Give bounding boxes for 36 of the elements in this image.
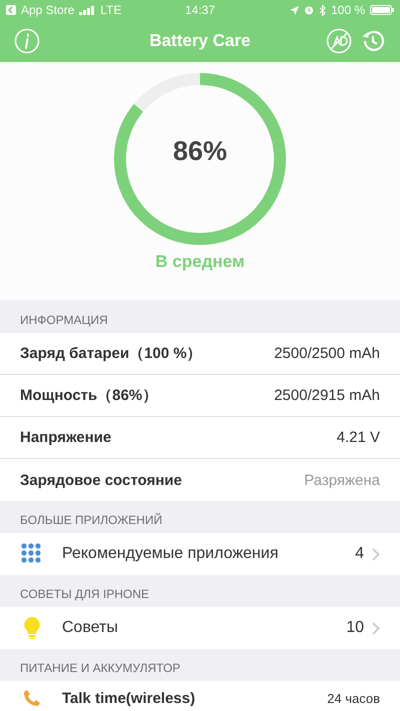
bluetooth-icon bbox=[318, 4, 326, 16]
info-label: Зарядовое состояние bbox=[20, 472, 183, 488]
status-label: В среднем bbox=[154, 252, 246, 272]
stat-value: 24 часов bbox=[327, 690, 380, 706]
info-label: Напряжение bbox=[20, 429, 112, 446]
location-icon bbox=[290, 6, 299, 14]
grid-icon bbox=[21, 543, 43, 565]
section-header: СОВЕТЫ ДЛЯ IPHONE bbox=[19, 586, 150, 603]
section-header: ПИТАНИЕ И АККУМУЛЯТОР bbox=[19, 660, 182, 677]
stat-label: Talk time(wireless) bbox=[62, 690, 196, 706]
battery-icon bbox=[370, 5, 394, 15]
chevron-icon bbox=[372, 548, 380, 560]
app-title: Battery Care bbox=[148, 31, 252, 51]
no-ads-icon[interactable] bbox=[326, 28, 352, 54]
signal-icon bbox=[79, 6, 96, 14]
alarm-icon bbox=[304, 5, 314, 15]
info-value: 4.21 V bbox=[336, 429, 380, 446]
clock: 14:37 bbox=[184, 3, 216, 17]
info-label: Мощность（86%） bbox=[20, 386, 158, 405]
info-value: Разряжена bbox=[304, 472, 380, 488]
info-value: 2500/2500 mAh bbox=[274, 345, 380, 362]
back-icon[interactable] bbox=[6, 5, 16, 15]
list-item[interactable]: Советы 10 bbox=[0, 607, 400, 649]
section-header: ИНФОРМАЦИЯ bbox=[19, 312, 109, 329]
section-header: БОЛЬШЕ ПРИЛОЖЕНИЙ bbox=[19, 512, 164, 529]
list-item[interactable]: Рекомендуемые приложения 4 bbox=[0, 533, 400, 575]
percent-value: 86% bbox=[172, 136, 228, 167]
info-label: Заряд батареи（100 %） bbox=[20, 344, 203, 363]
info-value: 2500/2915 mAh bbox=[274, 387, 380, 404]
history-icon[interactable] bbox=[360, 28, 386, 54]
light-bulb-icon bbox=[24, 617, 40, 639]
battery-label: 100 % bbox=[330, 3, 365, 17]
chevron-icon bbox=[372, 622, 380, 634]
info-icon[interactable] bbox=[14, 28, 40, 54]
phone-icon bbox=[23, 689, 41, 707]
network-label: LTE bbox=[100, 3, 122, 17]
